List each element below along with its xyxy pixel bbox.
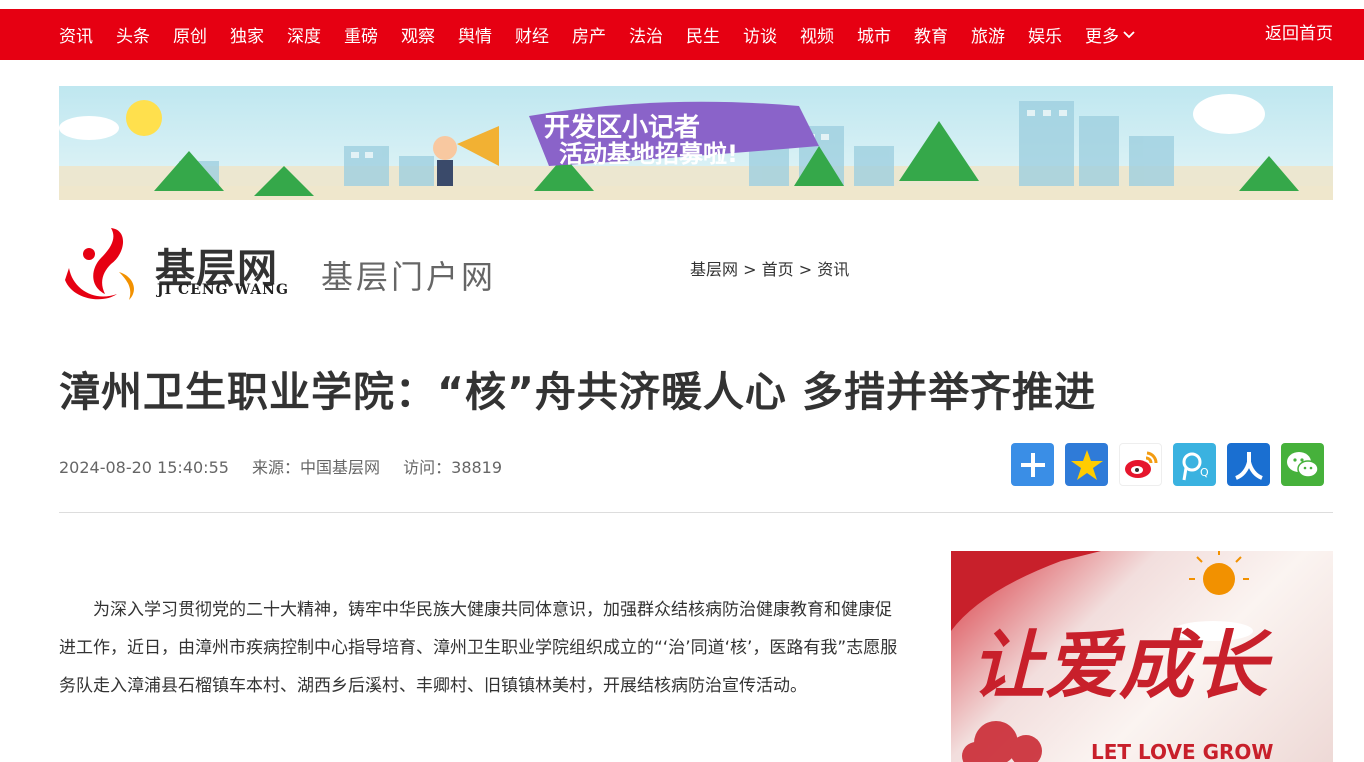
nav-item[interactable]: 视频 (800, 22, 834, 47)
nav-item[interactable]: 深度 (287, 22, 321, 47)
article-paragraph: 为深入学习贯彻党的二十大精神，铸牢中华民族大健康共同体意识，加强群众结核病防治健… (59, 600, 898, 696)
wechat-icon[interactable] (1281, 443, 1324, 486)
qzone-star-icon[interactable] (1065, 443, 1108, 486)
banner-illustration: 开发区小记者 活动基地招募啦! (59, 94, 1333, 200)
visit-count: 访问：38819 (403, 458, 503, 477)
weibo-icon[interactable] (1119, 443, 1162, 486)
ad-banner[interactable]: 开发区小记者 活动基地招募啦! (59, 86, 1333, 200)
tencent-weibo-icon[interactable]: Q (1173, 443, 1216, 486)
nav-item[interactable]: 房产 (572, 22, 606, 47)
top-nav-bar: 资讯 头条 原创 独家 深度 重磅 观察 舆情 财经 房产 法治 民生 访谈 视… (0, 9, 1364, 60)
breadcrumb-home[interactable]: 首页 (762, 260, 794, 279)
nav-item[interactable]: 资讯 (59, 22, 93, 47)
nav-item[interactable]: 原创 (173, 22, 207, 47)
nav-item[interactable]: 民生 (686, 22, 720, 47)
breadcrumb-separator: > (798, 260, 813, 279)
nav-item[interactable]: 重磅 (344, 22, 378, 47)
site-header: 基层网 JI CENG WANG 基层门户网 基层网 > 首页 > 资讯 (59, 222, 1333, 312)
side-promo-text: 让爱成长 (971, 623, 1273, 709)
nav-item[interactable]: 财经 (515, 22, 549, 47)
share-bar: Q (1011, 443, 1335, 486)
breadcrumb-separator: > (743, 260, 757, 279)
nav-item[interactable]: 独家 (230, 22, 264, 47)
article-title: 漳州卫生职业学院：“核”舟共济暖人心 多措并举齐推进 (59, 368, 1097, 416)
svg-text:Q: Q (1200, 466, 1209, 479)
site-logo-icon[interactable] (59, 224, 145, 304)
banner-line2: 活动基地招募啦! (559, 140, 738, 168)
side-promo-image[interactable]: 让爱成长 LET LOVE GROW (951, 551, 1333, 762)
publish-datetime: 2024-08-20 15:40:55 (59, 458, 229, 477)
nav-item[interactable]: 娱乐 (1028, 22, 1062, 47)
nav-item[interactable]: 城市 (857, 22, 891, 47)
nav-item[interactable]: 观察 (401, 22, 435, 47)
nav-item[interactable]: 教育 (914, 22, 948, 47)
nav-more-label: 更多 (1085, 27, 1119, 47)
site-name-en: JI CENG WANG (157, 282, 289, 298)
nav-item[interactable]: 旅游 (971, 22, 1005, 47)
nav-item[interactable]: 舆情 (458, 22, 492, 47)
sun-graphic (126, 100, 162, 136)
category-nav: 资讯 头条 原创 独家 深度 重磅 观察 舆情 财经 房产 法治 民生 访谈 视… (59, 9, 1158, 60)
nav-item[interactable]: 法治 (629, 22, 663, 47)
side-promo-graphic: 让爱成长 LET LOVE GROW (951, 551, 1274, 762)
breadcrumb: 基层网 > 首页 > 资讯 (690, 256, 849, 280)
article-meta: 2024-08-20 15:40:55 来源：中国基层网 访问：38819 (59, 454, 520, 478)
nav-item[interactable]: 访谈 (743, 22, 777, 47)
breadcrumb-site[interactable]: 基层网 (690, 260, 738, 279)
breadcrumb-news[interactable]: 资讯 (817, 260, 849, 279)
chevron-down-icon (1123, 30, 1135, 38)
renren-icon[interactable] (1227, 443, 1270, 486)
nav-more-button[interactable]: 更多 (1085, 22, 1135, 47)
meta-divider (59, 512, 1333, 513)
site-subtitle: 基层门户网 (321, 258, 497, 296)
banner-line1: 开发区小记者 (544, 112, 700, 143)
nav-item[interactable]: 头条 (116, 22, 150, 47)
side-promo-text-en: LET LOVE GROW (1091, 740, 1274, 762)
back-home-link[interactable]: 返回首页 (1265, 9, 1333, 60)
article-source: 来源：中国基层网 (252, 458, 381, 477)
plus-share-icon[interactable] (1011, 443, 1054, 486)
